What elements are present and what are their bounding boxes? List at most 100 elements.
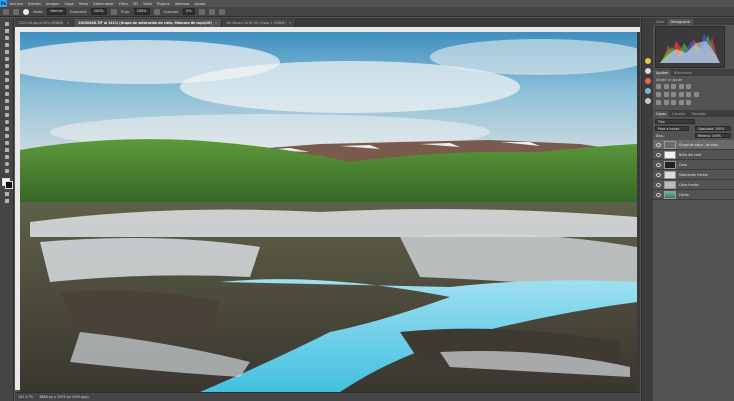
visibility-eye-icon[interactable] bbox=[656, 152, 661, 157]
smoothing-field[interactable]: 0% bbox=[183, 8, 195, 15]
path-select-tool-icon[interactable] bbox=[4, 140, 10, 146]
layer-row[interactable]: Saturación frontal bbox=[653, 170, 734, 180]
eyedropper-tool-icon[interactable] bbox=[4, 63, 10, 69]
crop-tool-icon[interactable] bbox=[4, 49, 10, 55]
marquee-tool-icon[interactable] bbox=[4, 28, 10, 34]
menu-filter[interactable]: Filtro bbox=[116, 2, 130, 6]
quick-select-tool-icon[interactable] bbox=[4, 42, 10, 48]
invert-icon[interactable] bbox=[656, 100, 661, 105]
menu-layer[interactable]: Capa bbox=[62, 2, 76, 6]
lasso-tool-icon[interactable] bbox=[4, 35, 10, 41]
color-lookup-icon[interactable] bbox=[693, 92, 699, 97]
frame-tool-icon[interactable] bbox=[4, 56, 10, 62]
hue-saturation-icon[interactable] bbox=[656, 92, 661, 97]
black-white-icon[interactable] bbox=[671, 92, 676, 97]
more-tools-icon[interactable] bbox=[4, 168, 10, 174]
photoshop-logo-icon[interactable]: Ps bbox=[0, 0, 7, 7]
menu-edit[interactable]: Edición bbox=[25, 2, 43, 6]
threshold-icon[interactable] bbox=[671, 100, 676, 105]
rectangle-tool-icon[interactable] bbox=[4, 147, 10, 153]
menu-select[interactable]: Seleccionar bbox=[91, 2, 117, 6]
visibility-eye-icon[interactable] bbox=[656, 182, 661, 187]
menu-image[interactable]: Imagen bbox=[43, 2, 62, 6]
tab-paths[interactable]: Trazados bbox=[688, 111, 708, 117]
layer-row[interactable]: Grupo de satur...de cielo bbox=[653, 140, 734, 150]
document-info[interactable]: 3888 px x 2592 px (300 ppp) bbox=[39, 395, 89, 399]
curves-icon[interactable] bbox=[671, 84, 676, 89]
vibrance-icon[interactable] bbox=[686, 84, 691, 89]
close-icon[interactable]: × bbox=[215, 19, 218, 27]
tab-libraries[interactable]: Bibliotecas bbox=[671, 70, 695, 76]
close-icon[interactable]: × bbox=[67, 19, 70, 27]
close-icon[interactable]: × bbox=[289, 19, 292, 27]
levels-icon[interactable] bbox=[663, 84, 669, 89]
screen-mode-icon[interactable] bbox=[4, 198, 10, 204]
pen-tool-icon[interactable] bbox=[4, 126, 10, 132]
tab-layers[interactable]: Capas bbox=[653, 111, 670, 117]
history-brush-tool-icon[interactable] bbox=[4, 91, 10, 97]
channel-mixer-icon[interactable] bbox=[686, 92, 691, 97]
history-icon[interactable] bbox=[644, 98, 651, 104]
learn-icon[interactable] bbox=[644, 58, 651, 64]
type-tool-icon[interactable] bbox=[4, 133, 10, 139]
image-canvas[interactable] bbox=[20, 32, 637, 392]
home-icon[interactable] bbox=[3, 8, 9, 15]
visibility-eye-icon[interactable] bbox=[656, 172, 661, 177]
tab-document-1[interactable]: 2023.04.jpg al 50% (RGB/8) × bbox=[15, 19, 75, 27]
tab-color[interactable]: Color bbox=[653, 19, 668, 25]
background-color-swatch[interactable] bbox=[5, 181, 13, 189]
menu-3d[interactable]: 3D bbox=[130, 2, 140, 6]
layer-row[interactable]: Cielo bbox=[653, 160, 734, 170]
color-wheel-icon[interactable] bbox=[644, 78, 651, 84]
blur-tool-icon[interactable] bbox=[4, 112, 10, 118]
mode-select[interactable]: Normal bbox=[47, 8, 66, 15]
brush-tool-icon[interactable] bbox=[4, 77, 10, 83]
tab-document-2[interactable]: 20230406.TIF al 141% (Grupo de saturació… bbox=[74, 19, 223, 27]
brush-tool-icon[interactable] bbox=[13, 8, 19, 15]
layer-opacity-field[interactable]: Opacidad: 100% bbox=[695, 126, 731, 131]
posterize-icon[interactable] bbox=[663, 100, 669, 105]
properties-icon[interactable] bbox=[644, 68, 651, 74]
quick-mask-icon[interactable] bbox=[4, 191, 10, 197]
gear-icon[interactable] bbox=[198, 8, 205, 15]
blend-mode-select[interactable]: Pase a través bbox=[655, 126, 689, 131]
eraser-tool-icon[interactable] bbox=[4, 98, 10, 104]
menu-plugins[interactable]: Plugins bbox=[154, 2, 172, 6]
brightness-icon[interactable] bbox=[656, 84, 661, 89]
airbrush-icon[interactable] bbox=[153, 8, 160, 15]
menu-file[interactable]: Archivo bbox=[7, 2, 25, 6]
dodge-tool-icon[interactable] bbox=[4, 119, 10, 125]
tab-document-3[interactable]: Sin título-1 al 61,9% (Capa 1, RGB/8) × bbox=[222, 19, 297, 27]
menu-view[interactable]: Vista bbox=[140, 2, 154, 6]
visibility-eye-icon[interactable] bbox=[656, 162, 661, 167]
angle-icon[interactable] bbox=[208, 8, 215, 15]
hand-tool-icon[interactable] bbox=[4, 154, 10, 160]
menu-type[interactable]: Texto bbox=[76, 2, 90, 6]
brush-preset-icon[interactable] bbox=[23, 8, 29, 15]
symmetry-icon[interactable] bbox=[218, 8, 225, 15]
gradient-tool-icon[interactable] bbox=[4, 105, 10, 111]
gradient-map-icon[interactable] bbox=[678, 100, 684, 105]
layer-row[interactable]: Brillo del cielo bbox=[653, 150, 734, 160]
tab-channels[interactable]: Canales bbox=[669, 111, 688, 117]
libraries-icon[interactable] bbox=[644, 88, 651, 94]
healing-brush-tool-icon[interactable] bbox=[4, 70, 10, 76]
menu-help[interactable]: Ayuda bbox=[192, 2, 208, 6]
zoom-level[interactable]: 141,17% bbox=[18, 395, 33, 399]
visibility-eye-icon[interactable] bbox=[656, 142, 661, 147]
zoom-tool-icon[interactable] bbox=[4, 161, 10, 167]
layer-fill-field[interactable]: Relleno: 100% bbox=[695, 133, 731, 138]
exposure-icon[interactable] bbox=[678, 84, 684, 89]
visibility-eye-icon[interactable] bbox=[656, 192, 661, 197]
photo-filter-icon[interactable] bbox=[678, 92, 684, 97]
flow-field[interactable]: 100% bbox=[133, 8, 150, 15]
tab-adjustments[interactable]: Ajustes bbox=[653, 70, 672, 76]
color-balance-icon[interactable] bbox=[663, 92, 669, 97]
selective-color-icon[interactable] bbox=[686, 100, 691, 105]
tab-histogram[interactable]: Histograma bbox=[667, 19, 693, 25]
opacity-field[interactable]: 100% bbox=[90, 8, 107, 15]
vertical-scrollbar[interactable] bbox=[637, 32, 640, 392]
clone-stamp-tool-icon[interactable] bbox=[4, 84, 10, 90]
menu-window[interactable]: Ventana bbox=[172, 2, 192, 6]
layer-row[interactable]: Color frontal bbox=[653, 180, 734, 190]
